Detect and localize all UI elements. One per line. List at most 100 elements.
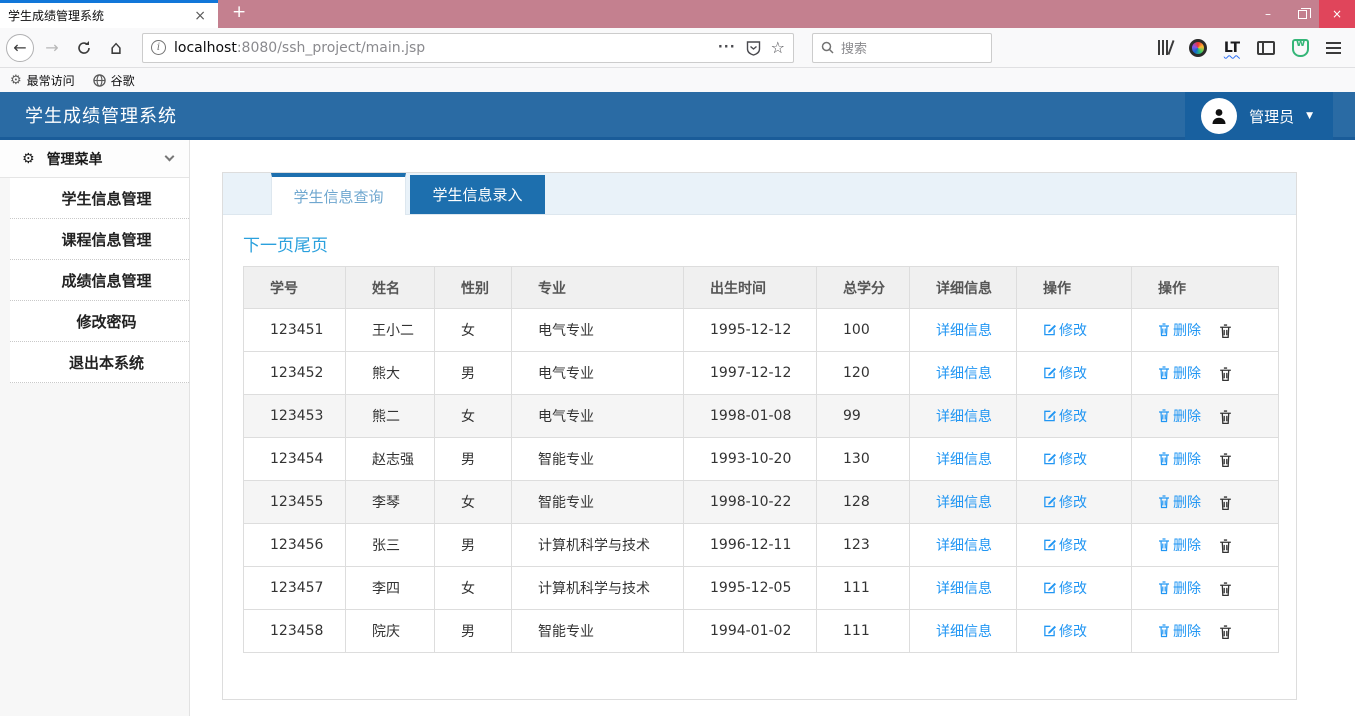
detail-link[interactable]: 详细信息 (936, 449, 992, 469)
column-header: 详细信息 (910, 267, 1017, 309)
detail-link[interactable]: 详细信息 (936, 363, 992, 383)
delete-link[interactable]: 删除 (1158, 363, 1201, 383)
bookmark-star-icon[interactable]: ☆ (771, 38, 785, 57)
delete-link[interactable]: 删除 (1158, 621, 1201, 641)
home-button[interactable]: ⌂ (102, 34, 130, 62)
app-header: 学生成绩管理系统 管理员 ▼ (0, 92, 1355, 140)
trash-button-icon[interactable] (1219, 539, 1232, 554)
new-tab-button[interactable]: + (218, 0, 260, 28)
wappalyzer-shield-icon[interactable] (1292, 39, 1309, 57)
tab-student-entry[interactable]: 学生信息录入 (410, 175, 545, 214)
trash-button-icon[interactable] (1219, 496, 1232, 511)
cell-gender: 女 (435, 309, 512, 352)
trash-button-icon[interactable] (1219, 324, 1232, 339)
cell-birth-date: 1993-10-20 (684, 438, 817, 481)
delete-link[interactable]: 删除 (1158, 406, 1201, 426)
trash-icon (1158, 581, 1170, 595)
pocket-shield-icon[interactable] (746, 40, 761, 56)
cell-major: 智能专业 (512, 610, 684, 653)
trash-icon (1158, 538, 1170, 552)
extension-sphere-icon[interactable] (1189, 39, 1207, 57)
detail-link[interactable]: 详细信息 (936, 535, 992, 555)
menu-icon[interactable] (1326, 42, 1341, 54)
forward-button[interactable]: → (38, 34, 66, 62)
delete-link[interactable]: 删除 (1158, 320, 1201, 340)
sidebar-item[interactable]: 成绩信息管理 (10, 260, 189, 301)
library-icon[interactable] (1158, 40, 1172, 55)
reload-button[interactable] (70, 34, 98, 62)
site-info-icon[interactable]: i (151, 40, 166, 55)
page-actions-icon[interactable]: ··· (718, 40, 736, 55)
detail-link[interactable]: 详细信息 (936, 320, 992, 340)
delete-link[interactable]: 删除 (1158, 578, 1201, 598)
edit-link[interactable]: 修改 (1043, 449, 1087, 469)
cell-birth-date: 1996-12-11 (684, 524, 817, 567)
restore-button[interactable] (1285, 0, 1319, 28)
username: 管理员 (1249, 106, 1294, 127)
address-bar[interactable]: i localhost:8080/ssh_project/main.jsp ··… (142, 33, 794, 63)
edit-link[interactable]: 修改 (1043, 578, 1087, 598)
edit-link[interactable]: 修改 (1043, 363, 1087, 383)
sidebar-toggle-icon[interactable] (1257, 41, 1275, 55)
trash-button-icon[interactable] (1219, 367, 1232, 382)
search-placeholder: 搜索 (841, 38, 867, 57)
cell-credits: 111 (817, 610, 910, 653)
edit-link[interactable]: 修改 (1043, 535, 1087, 555)
content-card: 学生信息查询 学生信息录入 下一页尾页 学号姓名性别专业出生时间总学分详细信息操… (222, 172, 1297, 700)
next-page-link[interactable]: 下一页 (243, 236, 294, 256)
edit-link[interactable]: 修改 (1043, 320, 1087, 340)
detail-link[interactable]: 详细信息 (936, 578, 992, 598)
cell-major: 智能专业 (512, 481, 684, 524)
sidebar-item[interactable]: 学生信息管理 (10, 178, 189, 219)
edit-link[interactable]: 修改 (1043, 492, 1087, 512)
chevron-down-icon (165, 152, 175, 162)
trash-icon (1158, 452, 1170, 466)
bookmark-google[interactable]: 谷歌 (93, 72, 135, 89)
bookmark-most-visited[interactable]: ⚙最常访问 (10, 72, 75, 89)
trash-button-icon[interactable] (1219, 453, 1232, 468)
cell-gender: 女 (435, 395, 512, 438)
delete-link[interactable]: 删除 (1158, 449, 1201, 469)
edit-link[interactable]: 修改 (1043, 621, 1087, 641)
cell-major: 电气专业 (512, 395, 684, 438)
tab-student-query[interactable]: 学生信息查询 (271, 173, 406, 215)
search-bar[interactable]: 搜索 (812, 33, 992, 63)
trash-button-icon[interactable] (1219, 410, 1232, 425)
browser-tab[interactable]: 学生成绩管理系统 × (0, 0, 218, 28)
close-button[interactable]: × (1319, 0, 1355, 28)
sidebar-item[interactable]: 退出本系统 (10, 342, 189, 383)
toolbar-extensions: LT (1158, 39, 1349, 57)
cell-name: 王小二 (346, 309, 435, 352)
sidebar-item[interactable]: 课程信息管理 (10, 219, 189, 260)
cell-name: 张三 (346, 524, 435, 567)
sidebar-item[interactable]: 修改密码 (10, 301, 189, 342)
back-button[interactable]: ← (6, 34, 34, 62)
trash-icon (1158, 323, 1170, 337)
cell-name: 熊大 (346, 352, 435, 395)
url-text[interactable]: localhost:8080/ssh_project/main.jsp (174, 40, 710, 56)
cell-credits: 111 (817, 567, 910, 610)
detail-link[interactable]: 详细信息 (936, 621, 992, 641)
bookmark-label: 最常访问 (27, 72, 75, 89)
user-menu[interactable]: 管理员 ▼ (1185, 92, 1333, 140)
edit-icon (1043, 538, 1056, 551)
delete-link[interactable]: 删除 (1158, 492, 1201, 512)
edit-link[interactable]: 修改 (1043, 406, 1087, 426)
sidebar-menu-header[interactable]: ⚙ 管理菜单 (0, 140, 189, 178)
detail-link[interactable]: 详细信息 (936, 492, 992, 512)
search-icon (821, 41, 834, 54)
delete-link[interactable]: 删除 (1158, 535, 1201, 555)
last-page-link[interactable]: 尾页 (294, 236, 328, 256)
trash-button-icon[interactable] (1219, 582, 1232, 597)
cell-gender: 女 (435, 567, 512, 610)
cell-gender: 男 (435, 524, 512, 567)
caret-down-icon: ▼ (1306, 111, 1313, 121)
minimize-button[interactable]: – (1251, 0, 1285, 28)
trash-button-icon[interactable] (1219, 625, 1232, 640)
tab-close-icon[interactable]: × (190, 8, 210, 24)
cell-name: 院庆 (346, 610, 435, 653)
main-content: 学生信息查询 学生信息录入 下一页尾页 学号姓名性别专业出生时间总学分详细信息操… (190, 140, 1355, 716)
detail-link[interactable]: 详细信息 (936, 406, 992, 426)
url-path: :8080/ssh_project/main.jsp (237, 40, 425, 56)
languagetool-icon[interactable]: LT (1224, 40, 1240, 56)
